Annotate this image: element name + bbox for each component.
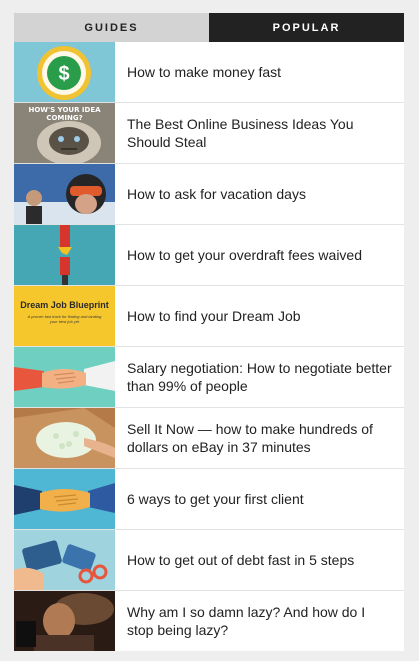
article-title[interactable]: Salary negotiation: How to negotiate bet…: [115, 347, 404, 407]
article-title[interactable]: How to get your overdraft fees waived: [115, 225, 404, 285]
articles-widget: GUIDES POPULAR $ How to make money fast: [14, 13, 404, 651]
grumpy-cat-meme: HOW'S YOUR IDEA COMING?: [14, 103, 115, 163]
article-list: $ How to make money fast HOW'S YOUR IDEA…: [14, 42, 404, 651]
article-title[interactable]: How to get out of debt fast in 5 steps: [115, 530, 404, 590]
handshake-blue-illustration: [14, 469, 115, 529]
list-item[interactable]: How to get out of debt fast in 5 steps: [14, 530, 404, 591]
cover-heading: Dream Job Blueprint: [20, 300, 109, 310]
list-item[interactable]: How to ask for vacation days: [14, 164, 404, 225]
cover-subheading: A proven fast track for finding and land…: [27, 314, 102, 324]
svg-text:$: $: [58, 63, 69, 85]
list-item[interactable]: Salary negotiation: How to negotiate bet…: [14, 347, 404, 408]
list-item[interactable]: HOW'S YOUR IDEA COMING? The Best Online …: [14, 103, 404, 164]
article-title[interactable]: How to find your Dream Job: [115, 286, 404, 346]
shipping-box-photo: [14, 408, 115, 468]
tab-bar: GUIDES POPULAR: [14, 13, 404, 42]
dream-job-blueprint-cover: Dream Job Blueprint A proven fast track …: [14, 286, 115, 346]
list-item[interactable]: How to get your overdraft fees waived: [14, 225, 404, 286]
list-item[interactable]: Dream Job Blueprint A proven fast track …: [14, 286, 404, 347]
list-item[interactable]: Why am I so damn lazy? And how do I stop…: [14, 591, 404, 651]
torn-card-illustration: [14, 225, 115, 285]
article-title[interactable]: 6 ways to get your first client: [115, 469, 404, 529]
article-title[interactable]: Sell It Now — how to make hundreds of do…: [115, 408, 404, 468]
scissors-credit-card-illustration: [14, 530, 115, 590]
tab-popular[interactable]: POPULAR: [209, 13, 404, 42]
lazy-person-photo: [14, 591, 115, 651]
ski-selfie-photo: [14, 164, 115, 224]
article-title[interactable]: The Best Online Business Ideas You Shoul…: [115, 103, 404, 163]
handshake-illustration: [14, 347, 115, 407]
tab-guides[interactable]: GUIDES: [14, 13, 209, 42]
list-item[interactable]: 6 ways to get your first client: [14, 469, 404, 530]
list-item[interactable]: Sell It Now — how to make hundreds of do…: [14, 408, 404, 469]
article-title[interactable]: How to make money fast: [115, 42, 404, 102]
article-title[interactable]: Why am I so damn lazy? And how do I stop…: [115, 591, 404, 651]
article-title[interactable]: How to ask for vacation days: [115, 164, 404, 224]
list-item[interactable]: $ How to make money fast: [14, 42, 404, 103]
dollar-clock-icon: $: [14, 42, 115, 102]
meme-caption: HOW'S YOUR IDEA COMING?: [28, 106, 101, 122]
